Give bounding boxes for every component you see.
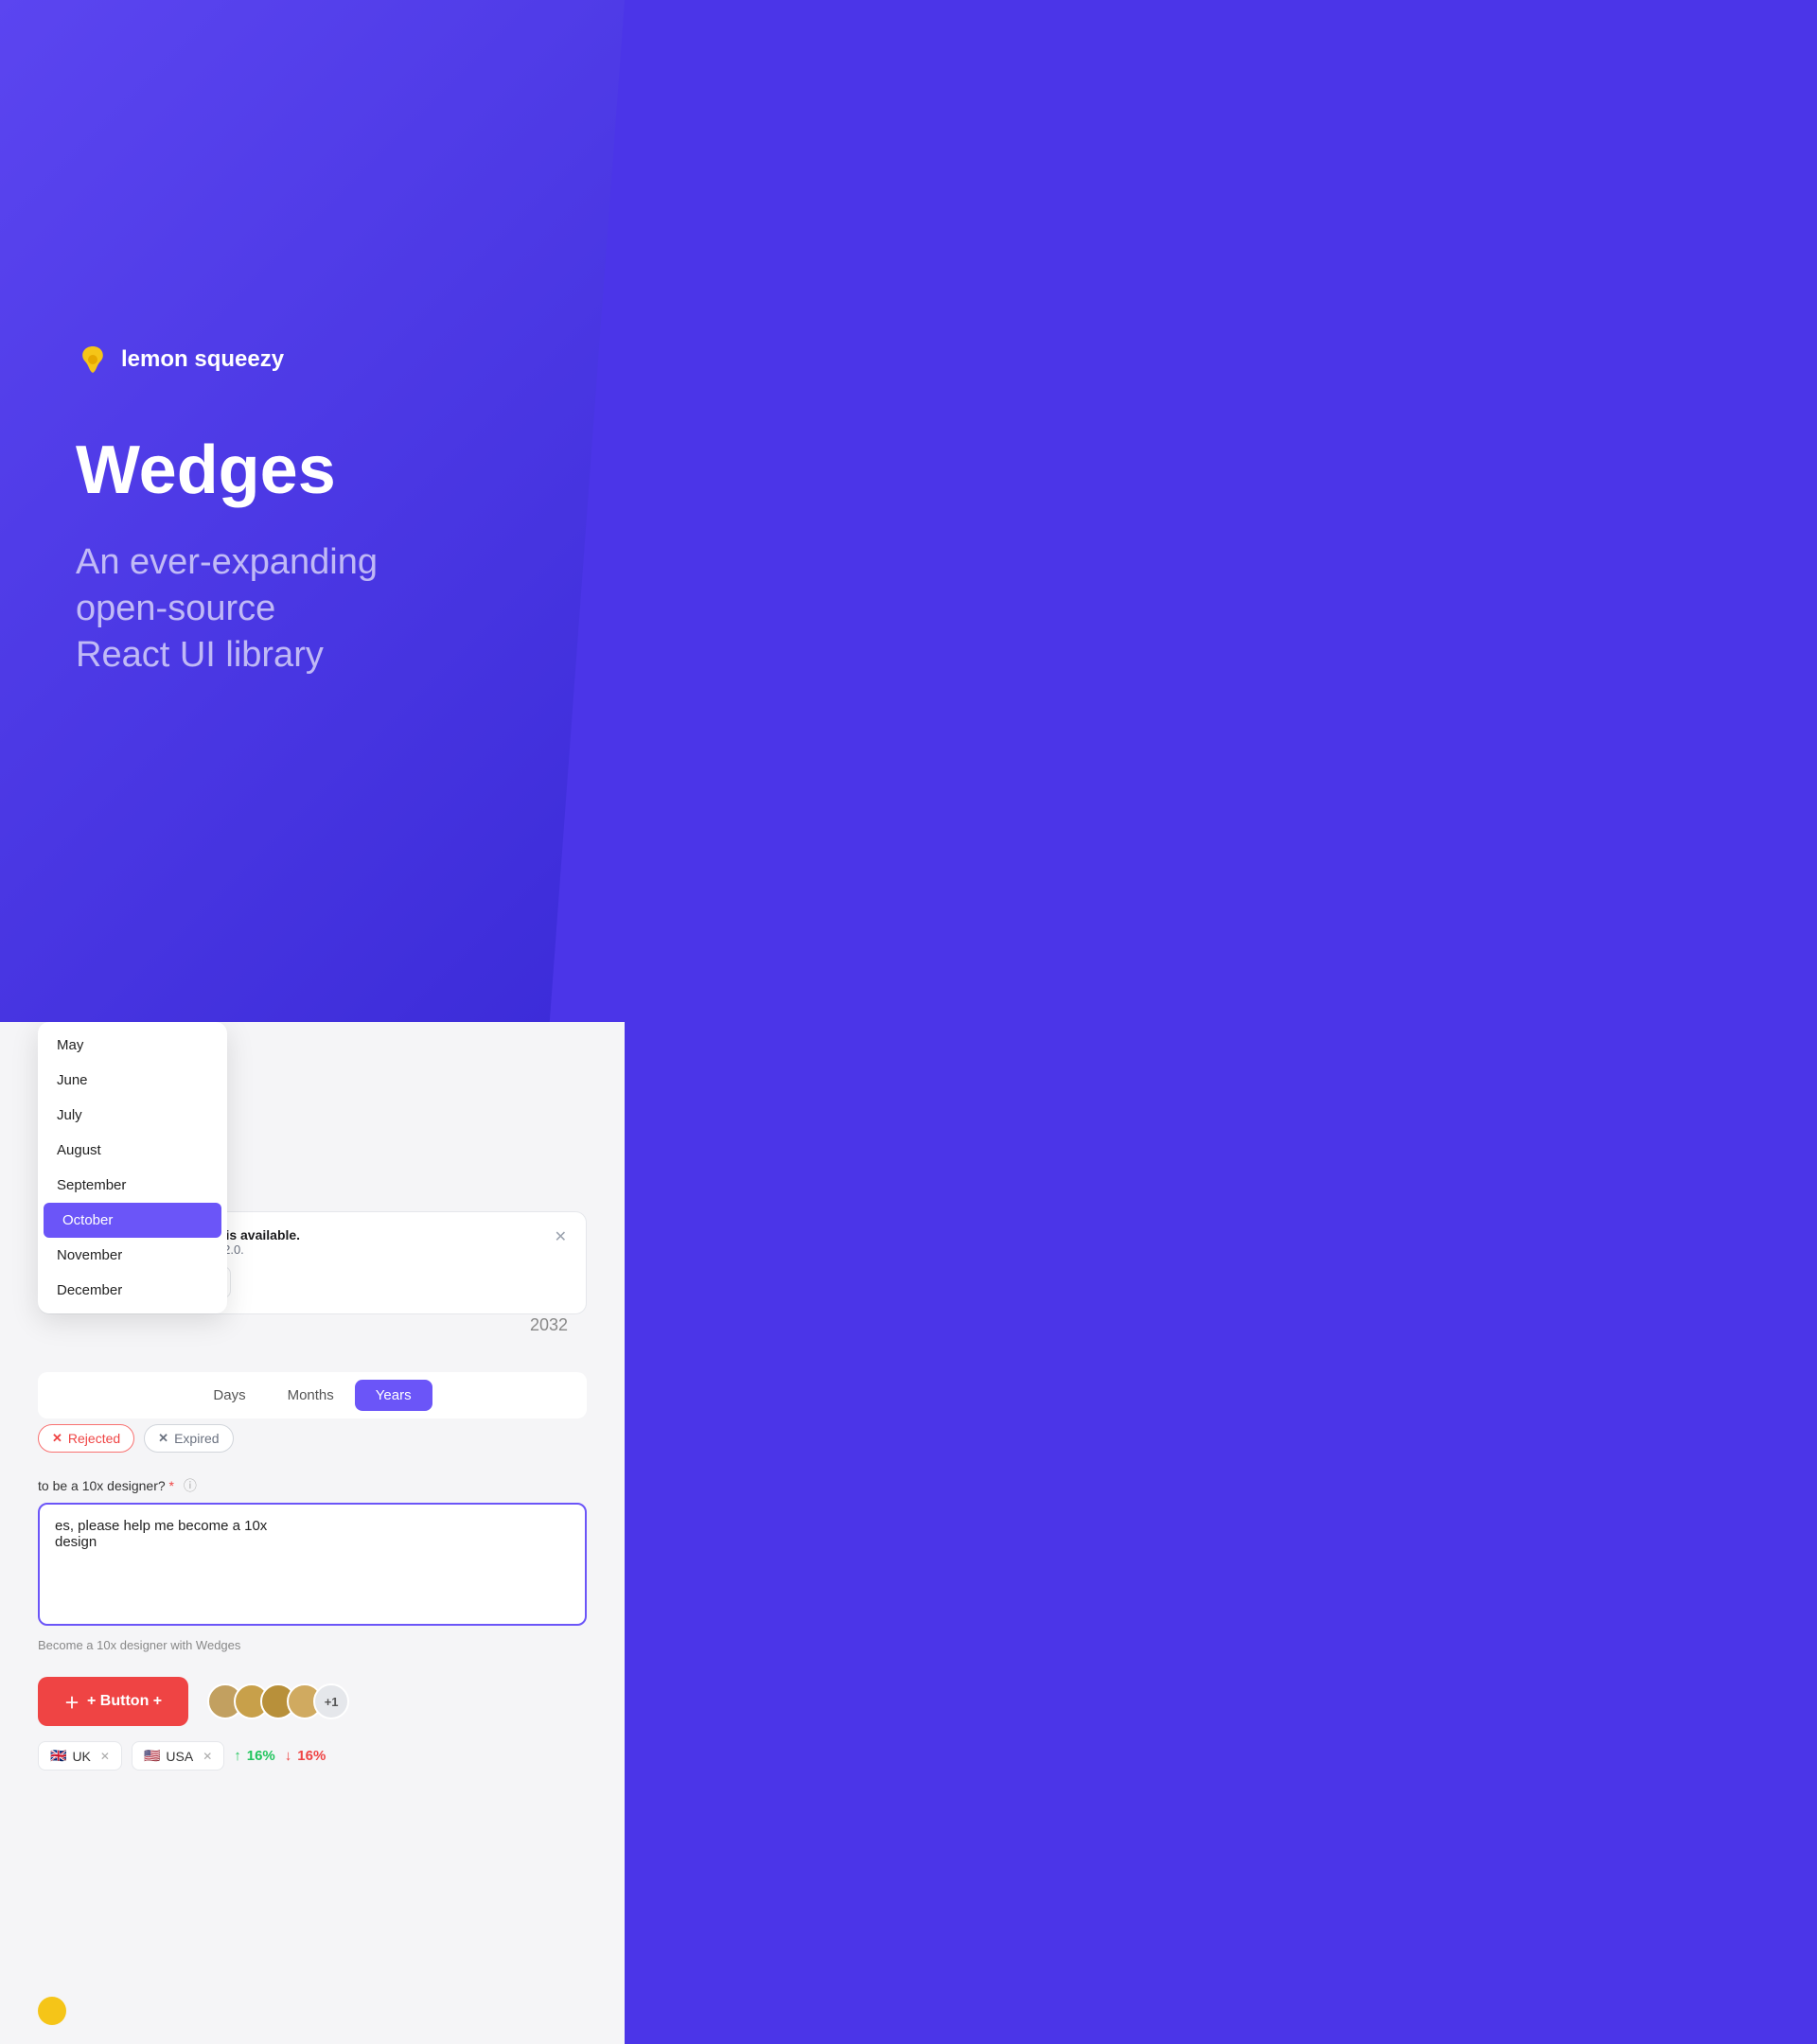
textarea-label: to be a 10x designer? * ⓘ (38, 1476, 587, 1495)
days-button[interactable]: Days (192, 1380, 266, 1411)
month-dropdown: May June July August September October N… (38, 1022, 227, 1313)
month-item-july[interactable]: July (38, 1098, 227, 1133)
month-item-december[interactable]: December (38, 1273, 227, 1308)
expired-x[interactable]: ✕ (158, 1431, 168, 1446)
rejected-x[interactable]: ✕ (52, 1431, 62, 1446)
uk-flag: 🇬🇧 (50, 1748, 66, 1764)
date-nav: Days Months Years (38, 1372, 587, 1418)
textarea-required: * (169, 1478, 174, 1493)
center-panel: May June July August September October N… (0, 1022, 625, 2044)
rejected-label: Rejected (68, 1431, 120, 1446)
stat-up-value: 16% (247, 1748, 275, 1764)
usa-tag[interactable]: 🇺🇸 USA ✕ (132, 1741, 224, 1771)
avatar-count: +1 (313, 1683, 349, 1719)
uk-tag[interactable]: 🇬🇧 UK ✕ (38, 1741, 122, 1771)
usa-remove[interactable]: ✕ (203, 1750, 212, 1763)
stat-down: ↓ 16% (285, 1748, 326, 1764)
plus-icon: ＋ (64, 1690, 79, 1713)
month-item-november[interactable]: November (38, 1238, 227, 1273)
expired-tag[interactable]: ✕ Expired (144, 1424, 233, 1453)
left-panel: lemon squeezy Wedges An ever-expanding o… (0, 0, 625, 1022)
primary-button[interactable]: ＋ + Button + (38, 1677, 188, 1726)
avatar-stack: +1 (207, 1683, 349, 1719)
textarea-area: to be a 10x designer? * ⓘ es, please hel… (0, 1476, 625, 1652)
month-item-august[interactable]: August (38, 1133, 227, 1168)
button-row: ＋ + Button + +1 (0, 1677, 625, 1726)
textarea-input[interactable]: es, please help me become a 10x design (38, 1503, 587, 1626)
month-item-september[interactable]: September (38, 1168, 227, 1203)
country-row: 🇬🇧 UK ✕ 🇺🇸 USA ✕ ↑ 16% ↓ 16% (0, 1741, 625, 1771)
stat-down-value: 16% (297, 1748, 326, 1764)
rejected-tag[interactable]: ✕ Rejected (38, 1424, 134, 1453)
logo: lemon squeezy (76, 343, 549, 377)
month-item-may[interactable]: May (38, 1028, 227, 1063)
usa-label: USA (166, 1749, 193, 1764)
notification-close[interactable]: ✕ (555, 1227, 567, 1246)
subtitle: An ever-expanding open-source React UI l… (76, 539, 549, 679)
uk-remove[interactable]: ✕ (100, 1750, 110, 1763)
yellow-dot (38, 1997, 66, 2025)
main-title: Wedges (76, 433, 549, 508)
year-2032: 2032 (530, 1315, 568, 1335)
tags-row: ✕ Rejected ✕ Expired (0, 1424, 625, 1453)
logo-text: lemon squeezy (121, 346, 284, 373)
uk-label: UK (72, 1749, 90, 1764)
years-button[interactable]: Years (355, 1380, 432, 1411)
arrow-down-icon: ↓ (285, 1748, 292, 1764)
textarea-hint: Become a 10x designer with Wedges (38, 1638, 587, 1652)
month-item-june[interactable]: June (38, 1063, 227, 1098)
logo-icon (76, 343, 110, 377)
months-button[interactable]: Months (267, 1380, 355, 1411)
usa-flag: 🇺🇸 (144, 1748, 160, 1764)
expired-label: Expired (174, 1431, 219, 1446)
arrow-up-icon: ↑ (234, 1748, 241, 1764)
month-item-october[interactable]: October (44, 1203, 221, 1238)
stat-up: ↑ 16% (234, 1748, 275, 1764)
textarea-info-icon[interactable]: ⓘ (184, 1478, 197, 1493)
